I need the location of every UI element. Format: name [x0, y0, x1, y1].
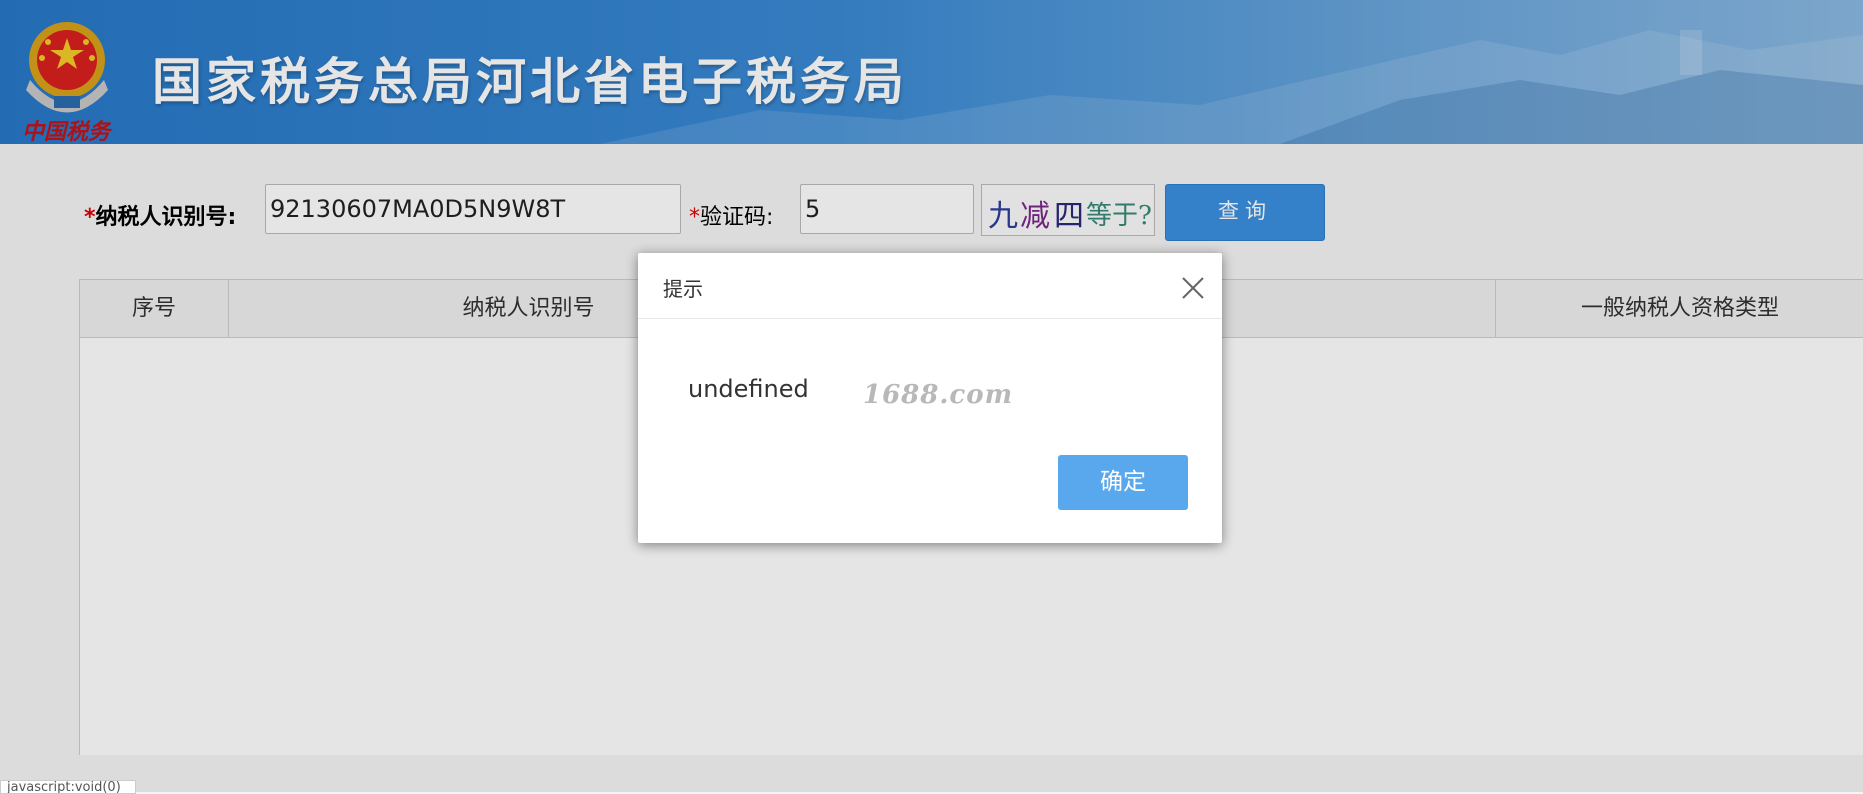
dialog-message: undefined	[688, 375, 809, 403]
watermark: 1688.com	[863, 380, 1014, 410]
dialog-divider	[638, 318, 1222, 319]
close-icon[interactable]	[1178, 273, 1208, 303]
dialog-title: 提示	[663, 277, 703, 301]
alert-dialog: 提示 undefined 1688.com 确定	[638, 253, 1222, 543]
ok-button[interactable]: 确定	[1058, 455, 1188, 510]
